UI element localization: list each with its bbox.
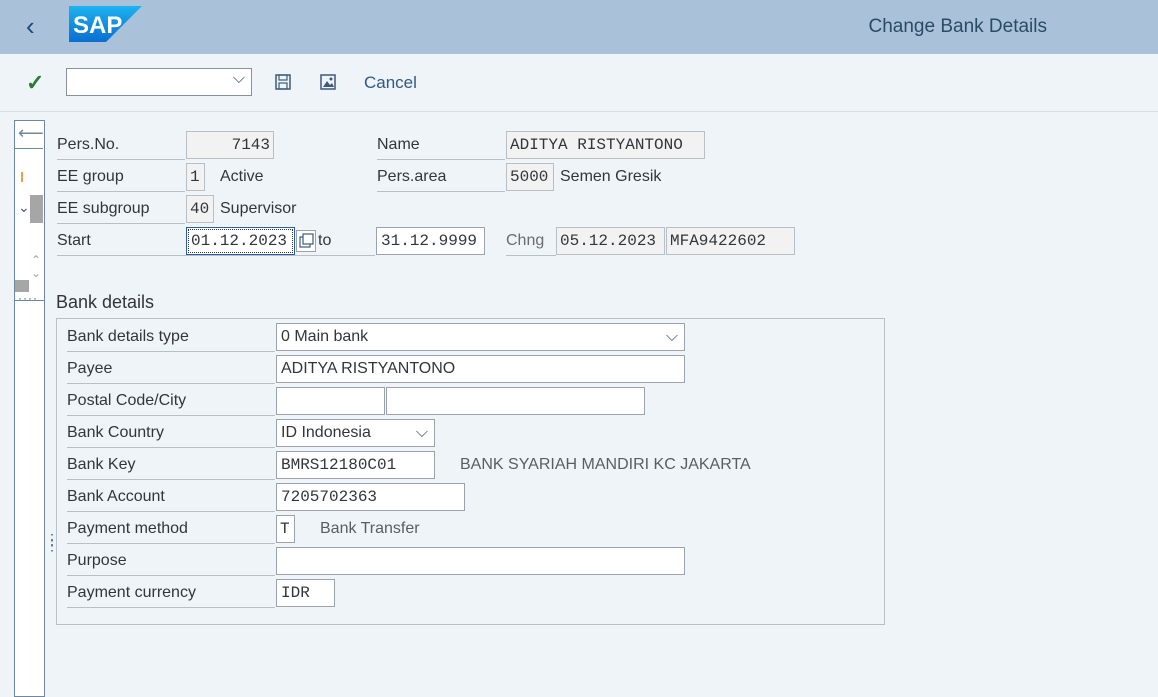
divider (15, 148, 43, 149)
bank-account-input[interactable]: 7205702363 (276, 483, 465, 511)
bank-key-input[interactable]: BMRS12180C01 (276, 451, 435, 479)
name-label: Name (377, 130, 505, 160)
eegroup-field: 1 (186, 163, 205, 191)
eesubgroup-label: EE subgroup (57, 194, 185, 224)
persno-label: Pers.No. (57, 130, 185, 160)
scroll-down-icon[interactable]: ⌄ (31, 266, 41, 280)
bank-country-value: ID Indonesia (281, 424, 371, 441)
persno-field: 7143 (186, 131, 274, 159)
eesubgroup-text: Supervisor (220, 200, 297, 217)
payment-currency-label: Payment currency (67, 578, 275, 608)
marker-icon (21, 172, 23, 182)
name-field: ADITYA RISTYANTONO (506, 131, 705, 159)
checkmark-icon[interactable]: ✓ (26, 70, 44, 96)
start-date-input[interactable]: 01.12.2023 (186, 227, 295, 255)
chng-label: Chng (506, 226, 556, 256)
bank-country-dropdown[interactable]: ID Indonesia ⌵ (276, 419, 435, 447)
end-date-input[interactable]: 31.12.9999 (376, 227, 485, 255)
persarea-text: Semen Gresik (560, 168, 662, 185)
bank-key-text: BANK SYARIAH MANDIRI KC JAKARTA (460, 456, 751, 473)
payment-method-text: Bank Transfer (320, 520, 420, 537)
svg-text:SAP: SAP (73, 12, 122, 39)
sap-logo: SAP (69, 6, 142, 42)
chevron-down-icon[interactable]: ⌵ (666, 324, 678, 350)
chevron-down-icon[interactable]: ⌵ (233, 70, 245, 88)
bank-type-label: Bank details type (67, 322, 275, 352)
resize-handle[interactable]: ···· (18, 291, 38, 305)
save-icon[interactable] (273, 73, 293, 93)
postal-code-input[interactable] (276, 387, 385, 415)
payee-label: Payee (67, 354, 275, 384)
scrollbar-thumb[interactable] (30, 195, 43, 223)
bank-type-dropdown[interactable]: 0 Main bank ⌵ (276, 323, 685, 351)
payment-method-label: Payment method (67, 514, 275, 544)
purpose-input[interactable] (276, 547, 685, 575)
page-title: Change Bank Details (868, 16, 1048, 37)
persarea-field: 5000 (506, 163, 554, 191)
payment-currency-input[interactable]: IDR (276, 579, 335, 607)
payee-input[interactable]: ADITYA RISTYANTONO (276, 355, 685, 383)
postal-city-label: Postal Code/City (67, 386, 275, 416)
eegroup-label: EE group (57, 162, 185, 192)
picture-icon[interactable] (318, 73, 338, 93)
calendar-value-help-icon[interactable] (296, 230, 316, 252)
bank-type-value: 0 Main bank (281, 328, 369, 345)
chng-date-field: 05.12.2023 (556, 227, 665, 255)
persarea-label: Pers.area (377, 162, 505, 192)
back-icon[interactable]: ‹ (26, 12, 46, 40)
chevron-down-icon[interactable]: ⌵ (416, 420, 428, 446)
divider (15, 300, 44, 301)
eesubgroup-field: 40 (186, 195, 214, 223)
command-field[interactable]: ⌵ (66, 68, 252, 96)
purpose-label: Purpose (67, 546, 275, 576)
collapse-arrow-icon[interactable]: ⟵ (18, 123, 44, 144)
city-input[interactable] (386, 387, 645, 415)
scroll-up-icon[interactable]: ⌃ (31, 253, 41, 267)
bank-key-label: Bank Key (67, 450, 275, 480)
payment-method-input[interactable]: T (276, 515, 295, 543)
chng-user-field: MFA9422602 (666, 227, 795, 255)
eegroup-text: Active (220, 168, 264, 185)
bank-account-label: Bank Account (67, 482, 275, 512)
bank-country-label: Bank Country (67, 418, 275, 448)
to-label: to (318, 232, 332, 249)
cancel-button[interactable]: Cancel (364, 73, 417, 93)
chevron-down-icon[interactable]: ⌄ (18, 199, 30, 216)
section-title: Bank details (56, 292, 155, 312)
